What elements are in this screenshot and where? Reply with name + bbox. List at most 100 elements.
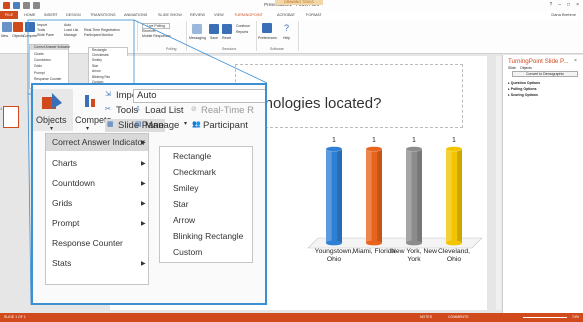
reset-button-label[interactable]: Reset — [222, 36, 231, 40]
new-icon[interactable] — [2, 22, 12, 32]
polling-options-section[interactable]: ▸ Polling Options — [508, 87, 537, 91]
submenu-item-smiley[interactable]: Smiley — [173, 183, 199, 193]
tab-slide-show[interactable]: SLIDE SHOW — [158, 11, 182, 19]
menu-item-charts[interactable]: Charts — [52, 158, 77, 168]
chevron-right-icon: ▶ — [141, 261, 146, 267]
ribbon-separator — [256, 21, 257, 51]
reports-button[interactable]: Reports — [236, 30, 248, 34]
chart-bar[interactable] — [405, 146, 423, 246]
tab-transitions[interactable]: TRANSITIONS — [90, 11, 116, 19]
compete-button-label[interactable]: Compete — [23, 34, 37, 38]
user-name[interactable]: Dana Brehme — [551, 11, 576, 19]
import-button[interactable]: Import — [37, 23, 47, 27]
menu-item-countdown[interactable]: Countdown — [34, 58, 51, 62]
participant-monitor-button[interactable]: Participant Monitor — [84, 33, 113, 37]
real-time-registration-button[interactable]: Real-Time Registration — [84, 28, 120, 32]
real-time-registration-button[interactable]: Real-Time R — [201, 105, 254, 116]
load-list-button[interactable]: Load List — [64, 28, 78, 32]
menu-item-prompt[interactable]: Prompt — [34, 71, 45, 75]
submenu-item-star[interactable]: Star — [92, 64, 98, 68]
submenu-item-smiley[interactable]: Smiley — [92, 58, 102, 62]
continue-button[interactable]: Continue — [236, 24, 250, 28]
objects-icon[interactable] — [13, 22, 23, 32]
tools-button[interactable]: Tools — [37, 28, 45, 32]
context-tab-group-label: DRAWING TOOLS — [275, 0, 323, 5]
manage-button[interactable]: Manage — [145, 120, 179, 131]
preferences-button-label[interactable]: Preferences — [258, 36, 277, 40]
submenu-item-arrow[interactable]: Arrow — [92, 69, 101, 73]
menu-item-grids[interactable]: Grids — [52, 198, 72, 208]
new-button-label[interactable]: New — [1, 34, 8, 38]
bar-chart[interactable]: 1 1 1 1 — [294, 130, 484, 295]
tab-format[interactable]: FORMAT — [306, 11, 322, 19]
receiver-button[interactable]: Receiver — [142, 29, 156, 33]
load-list-button[interactable]: Load List — [145, 105, 184, 116]
chevron-right-icon: ▶ — [141, 161, 146, 167]
save-session-button-label[interactable]: Save — [210, 36, 218, 40]
reset-icon[interactable] — [222, 24, 232, 34]
help-question-icon[interactable]: ? — [284, 23, 289, 33]
participant-monitor-button[interactable]: Participant — [203, 120, 248, 131]
auto-select[interactable]: Auto — [64, 23, 71, 27]
maximize-icon[interactable]: □ — [567, 2, 570, 8]
question-options-section[interactable]: ▸ Question Options — [508, 81, 540, 85]
messaging-button-label[interactable]: Messaging — [189, 36, 206, 40]
close-icon[interactable]: × — [574, 58, 577, 64]
chart-bar[interactable] — [445, 146, 463, 246]
zoom-slider[interactable] — [523, 317, 567, 318]
tab-review[interactable]: REVIEW — [190, 11, 205, 19]
slide-thumbnail[interactable] — [3, 106, 19, 128]
vertical-scrollbar[interactable] — [496, 56, 501, 310]
submenu-item-arrow[interactable]: Arrow — [173, 215, 195, 225]
help-button-label[interactable]: Help — [283, 36, 290, 40]
tab-animations[interactable]: ANIMATIONS — [124, 11, 147, 19]
gear-icon[interactable] — [262, 23, 272, 33]
menu-item-stats[interactable]: Stats — [52, 258, 71, 268]
tab-insert[interactable]: INSERT — [44, 11, 58, 19]
submenu-item-rectangle[interactable]: Rectangle — [92, 48, 107, 52]
tab-acrobat[interactable]: ACROBAT — [277, 11, 295, 19]
submenu-item-blinking-rectangle[interactable]: Blinking Rectangle — [173, 231, 243, 241]
chart-bar[interactable] — [325, 146, 343, 246]
task-pane-tab-slide[interactable]: Slide — [508, 66, 516, 70]
submenu-item-star[interactable]: Star — [173, 199, 189, 209]
close-icon[interactable]: × — [576, 2, 579, 8]
tab-file[interactable]: FILE — [0, 11, 18, 19]
minimize-icon[interactable]: – — [558, 2, 561, 8]
menu-item-correct-answer-indicator[interactable]: Correct Answer Indicator — [52, 137, 145, 147]
menu-item-prompt[interactable]: Prompt — [52, 218, 79, 228]
polling-options-label: Polling Options — [510, 87, 537, 91]
tab-home[interactable]: HOME — [24, 11, 35, 19]
slide-pane-button[interactable]: Slide Pane — [37, 33, 54, 37]
chart-bar[interactable] — [365, 146, 383, 246]
bar-base — [326, 240, 342, 246]
submenu-item-custom[interactable]: Custom — [173, 247, 202, 257]
tab-design[interactable]: DESIGN — [66, 11, 81, 19]
notes-button[interactable]: NOTES — [420, 315, 432, 319]
help-icon[interactable]: ? — [549, 2, 552, 8]
menu-item-charts[interactable]: Charts — [34, 52, 44, 56]
zoom-level[interactable]: 74% — [572, 315, 579, 319]
convert-to-demographic-button[interactable]: Convert to Demographic — [512, 71, 578, 77]
tab-view[interactable]: VIEW — [214, 11, 224, 19]
menu-item-correct-answer-indicator[interactable]: Correct Answer Indicator — [34, 45, 70, 49]
bar-data-label: 1 — [412, 137, 416, 144]
tab-turningpoint[interactable]: TURNINGPOINT — [234, 11, 263, 19]
mobile-responses-button[interactable]: Mobile Responses — [142, 34, 171, 38]
menu-item-countdown[interactable]: Countdown — [52, 178, 95, 188]
ribbon-separator — [137, 21, 138, 51]
submenu-item-checkmark[interactable]: Checkmark — [173, 167, 216, 177]
submenu-item-rectangle[interactable]: Rectangle — [173, 151, 211, 161]
save-session-icon[interactable] — [209, 24, 219, 34]
bar-shade — [337, 149, 342, 243]
task-pane-tab-objects[interactable]: Objects — [520, 66, 532, 70]
comments-button[interactable]: COMMENTS — [448, 315, 468, 319]
submenu-item-checkmark[interactable]: Checkmark — [92, 53, 109, 57]
menu-item-grids[interactable]: Grids — [34, 64, 42, 68]
menu-item-response-counter[interactable]: Response Counter — [34, 77, 62, 81]
scoring-options-section[interactable]: ▸ Scoring Options — [508, 93, 538, 97]
messaging-icon[interactable] — [192, 24, 202, 34]
menu-item-response-counter[interactable]: Response Counter — [52, 238, 123, 248]
manage-button[interactable]: Manage — [64, 33, 77, 37]
compete-icon[interactable] — [25, 22, 35, 32]
